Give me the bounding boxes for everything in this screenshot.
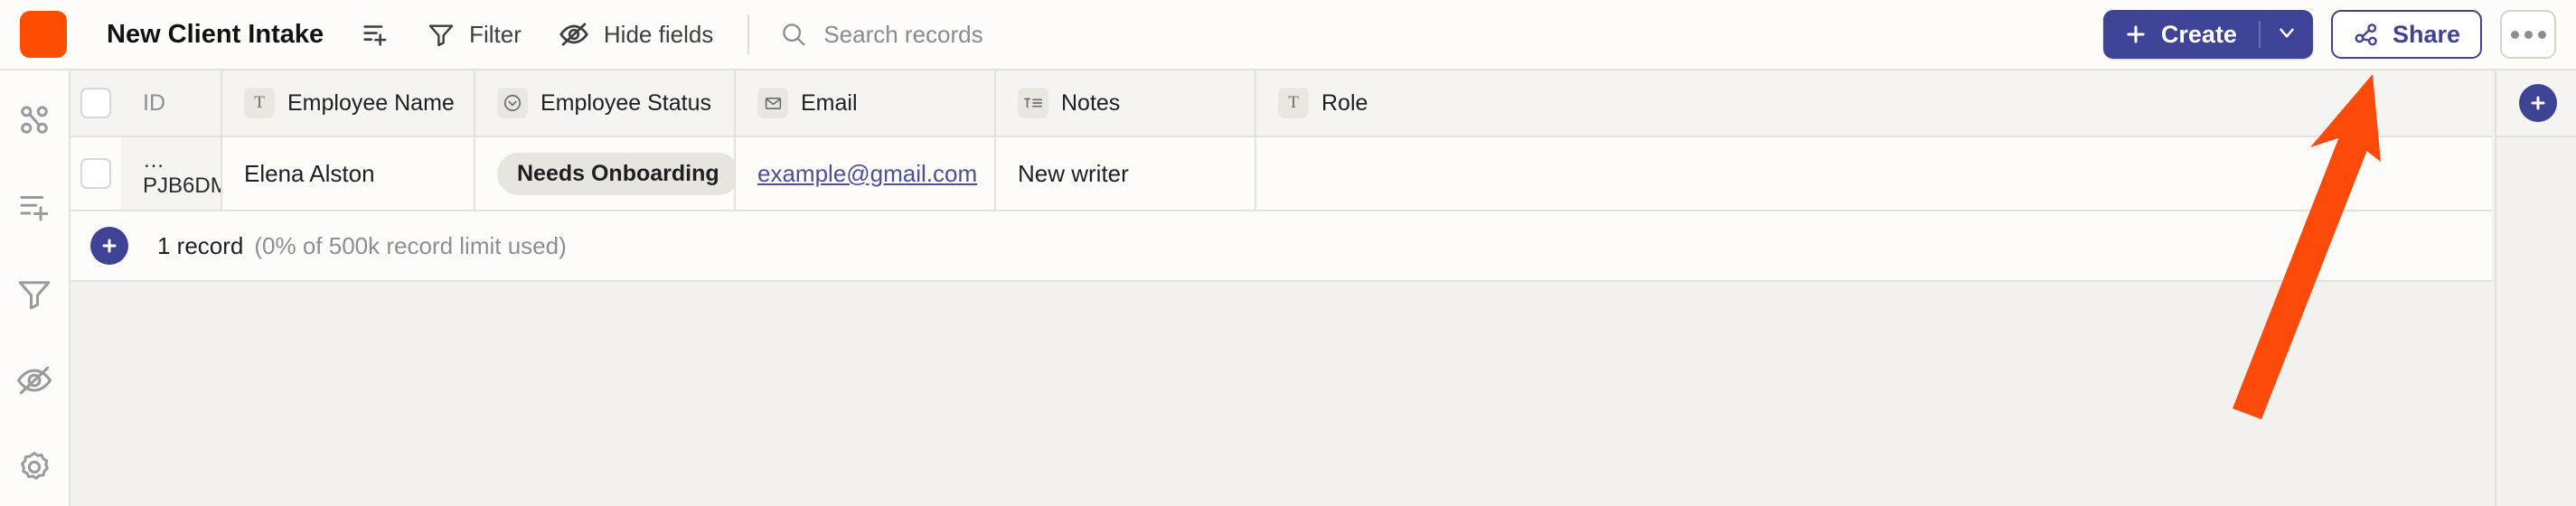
records-grid: ID T Employee Name Employee Status Email… (71, 70, 2576, 506)
group-add-button[interactable] (360, 19, 390, 50)
plus-icon (2123, 22, 2148, 47)
column-label: Email (801, 89, 858, 116)
sidebar-item-share[interactable] (10, 98, 59, 146)
cell-role[interactable] (1256, 137, 1464, 210)
row-tail (1464, 137, 2492, 210)
grid-empty-area (71, 352, 2492, 506)
filter-label: Filter (469, 20, 522, 48)
more-options-button[interactable] (2500, 10, 2556, 59)
sidebar-item-hide-fields[interactable] (10, 358, 59, 407)
search-input[interactable] (823, 20, 1294, 49)
column-header-employee-name[interactable]: T Employee Name (222, 70, 475, 136)
column-label: Notes (1061, 89, 1121, 116)
filter-icon (427, 20, 456, 49)
cell-id[interactable]: …PJB6DM3 (121, 137, 222, 210)
long-text-icon (1018, 88, 1048, 118)
hide-fields-button[interactable]: Hide fields (558, 18, 713, 51)
left-sidebar (0, 70, 71, 506)
page-title: New Client Intake (107, 19, 324, 49)
chevron-down-icon (2275, 21, 2299, 49)
share-button[interactable]: Share (2330, 10, 2482, 59)
email-link[interactable]: example@gmail.com (757, 160, 977, 188)
record-count: 1 record (157, 231, 244, 259)
sidebar-item-settings[interactable] (10, 445, 59, 493)
status-badge: Needs Onboarding (497, 152, 734, 195)
cell-notes[interactable]: New writer (996, 137, 1256, 210)
share-nodes-icon (2353, 21, 2380, 48)
eye-off-icon (558, 18, 590, 51)
filter-button[interactable]: Filter (427, 20, 522, 49)
grid-footer: 1 record (0% of 500k record limit used) (71, 211, 2492, 282)
create-button[interactable]: Create (2102, 10, 2313, 59)
column-label: ID (143, 89, 165, 116)
top-toolbar: New Client Intake Filter Hide fields Sea… (0, 0, 2576, 70)
hide-fields-label: Hide fields (603, 20, 714, 48)
create-label: Create (2160, 20, 2237, 48)
cell-employee-status[interactable]: Needs Onboarding (475, 137, 736, 210)
group-add-icon (360, 19, 390, 50)
grid-table: ID T Employee Name Employee Status Email… (71, 70, 2492, 282)
filter-icon (15, 275, 53, 317)
group-add-icon (15, 188, 53, 230)
sidebar-item-group[interactable] (10, 184, 59, 233)
cell-employee-name[interactable]: Elena Alston (222, 137, 475, 210)
table-header-row: ID T Employee Name Employee Status Email… (71, 70, 2492, 137)
create-dropdown-button[interactable] (2261, 10, 2313, 59)
grid-right-gutter (2495, 137, 2576, 506)
column-header-id[interactable]: ID (121, 70, 222, 136)
circle-chevron-down-icon (497, 88, 528, 118)
cell-value: New writer (1018, 159, 1129, 187)
eye-off-icon (14, 361, 54, 405)
column-header-email[interactable]: Email (736, 70, 996, 136)
column-header-employee-status[interactable]: Employee Status (475, 70, 736, 136)
text-field-icon: T (244, 88, 275, 118)
column-header-notes[interactable]: Notes (996, 70, 1256, 136)
search-icon (780, 21, 807, 48)
select-all-checkbox[interactable] (80, 88, 111, 118)
select-all-cell[interactable] (71, 70, 121, 136)
search-records[interactable] (780, 20, 1294, 49)
cell-value: Elena Alston (244, 159, 375, 187)
column-label: Employee Status (541, 89, 711, 116)
share-nodes-icon (15, 101, 53, 144)
text-field-icon: T (1278, 88, 1309, 118)
create-main[interactable]: Create (2103, 10, 2259, 59)
add-record-button[interactable] (90, 227, 128, 265)
toolbar-divider (747, 14, 750, 54)
column-label: Employee Name (287, 89, 455, 116)
ellipsis-icon (2510, 30, 2546, 39)
table-row[interactable]: …PJB6DM3 Elena Alston Needs Onboarding e… (71, 137, 2492, 211)
header-tail (1464, 70, 2492, 136)
record-limit: (0% of 500k record limit used) (254, 231, 567, 259)
row-select-cell[interactable] (71, 137, 121, 210)
column-header-role[interactable]: T Role (1256, 70, 1464, 136)
sidebar-item-filter[interactable] (10, 271, 59, 320)
add-column-button[interactable] (2518, 84, 2557, 122)
share-label: Share (2392, 20, 2460, 48)
add-column-cell[interactable] (2495, 70, 2576, 137)
app-logo (20, 11, 67, 58)
envelope-icon (757, 88, 788, 118)
column-label: Role (1321, 89, 1368, 116)
cell-email[interactable]: example@gmail.com (736, 137, 996, 210)
row-checkbox[interactable] (80, 158, 111, 189)
cell-value: …PJB6DM3 (143, 148, 221, 198)
gear-icon (15, 448, 53, 491)
